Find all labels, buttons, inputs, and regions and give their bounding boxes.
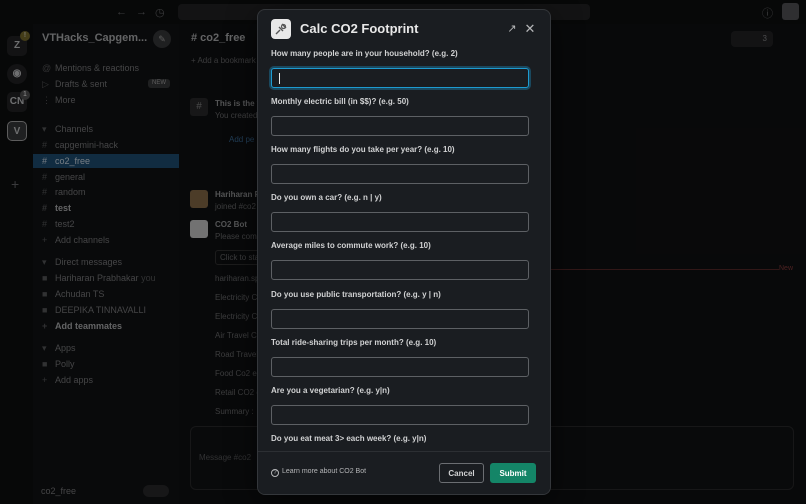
field-label: Do you use public transportation? (e.g. … [271, 290, 441, 299]
calc-co2-modal: Calc CO2 Footprint ↗ ✕ How many people a… [258, 10, 550, 494]
modal-footer: ? Learn more about CO2 Bot Cancel Submit [258, 451, 550, 494]
field-label: Do you own a car? (e.g. n | y) [271, 193, 382, 202]
flights-input[interactable] [271, 164, 529, 184]
vegetarian-field: Are you a vegetarian? (e.g. y|n) [271, 385, 529, 425]
co2-bot-app-icon [271, 19, 291, 39]
vegetarian-input[interactable] [271, 405, 529, 425]
learn-more-link[interactable]: ? Learn more about CO2 Bot [271, 468, 366, 477]
own-car-field: Do you own a car? (e.g. n | y) [271, 192, 529, 232]
field-label: Are you a vegetarian? (e.g. y|n) [271, 386, 390, 395]
flights-field: How many flights do you take per year? (… [271, 144, 529, 184]
household-field: How many people are in your household? (… [271, 48, 529, 88]
field-label: Total ride-sharing trips per month? (e.g… [271, 338, 437, 347]
open-external-icon[interactable]: ↗ [505, 22, 519, 36]
own-car-input[interactable] [271, 212, 529, 232]
ride-sharing-input[interactable] [271, 357, 529, 377]
field-label: Average miles to commute work? (e.g. 10) [271, 241, 431, 250]
field-label: Do you eat meat 3> each week? (e.g. y|n) [271, 434, 427, 443]
field-label: Monthly electric bill (in $$)? (e.g. 50) [271, 97, 409, 106]
learn-more-label: Learn more about CO2 Bot [282, 468, 367, 475]
submit-button[interactable]: Submit [490, 463, 536, 483]
cancel-button[interactable]: Cancel [439, 463, 484, 483]
text-caret [279, 73, 280, 84]
modal-title: Calc CO2 Footprint [300, 21, 419, 36]
meat-field: Do you eat meat 3> each week? (e.g. y|n) [271, 433, 529, 451]
public-transport-input[interactable] [271, 309, 529, 329]
public-transport-field: Do you use public transportation? (e.g. … [271, 289, 529, 329]
field-label: How many flights do you take per year? (… [271, 145, 455, 154]
modal-body[interactable]: How many people are in your household? (… [258, 48, 550, 451]
help-circle-icon: ? [271, 469, 279, 477]
commute-field: Average miles to commute work? (e.g. 10) [271, 240, 529, 280]
electric-bill-field: Monthly electric bill (in $$)? (e.g. 50) [271, 96, 529, 136]
modal-header: Calc CO2 Footprint ↗ ✕ [258, 10, 550, 48]
close-icon[interactable]: ✕ [522, 21, 538, 37]
commute-input[interactable] [271, 260, 529, 280]
electric-bill-input[interactable] [271, 116, 529, 136]
household-input[interactable] [271, 68, 529, 88]
ride-sharing-field: Total ride-sharing trips per month? (e.g… [271, 337, 529, 377]
field-label: How many people are in your household? (… [271, 49, 458, 58]
